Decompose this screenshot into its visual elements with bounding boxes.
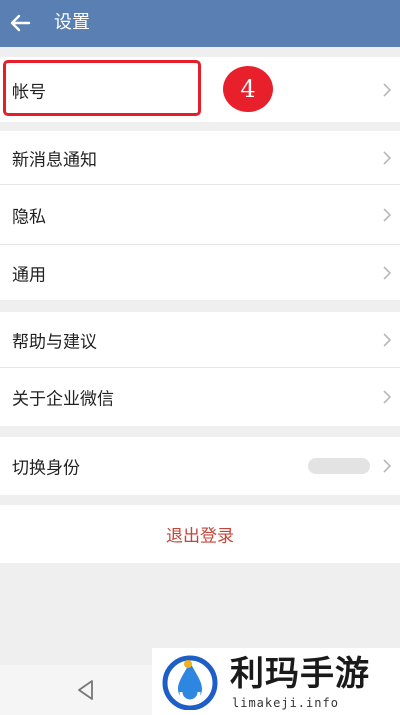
chevron-right-icon bbox=[383, 82, 392, 97]
settings-item-general[interactable]: 通用 bbox=[0, 245, 400, 300]
settings-item-label: 通用 bbox=[12, 265, 46, 285]
settings-item-label: 帮助与建议 bbox=[12, 332, 97, 353]
step-badge: 4 bbox=[223, 66, 273, 112]
highlight-box bbox=[3, 60, 201, 116]
settings-item-switch-identity[interactable]: 切换身份 bbox=[0, 437, 400, 495]
chevron-right-icon bbox=[383, 265, 392, 280]
redacted-value bbox=[308, 458, 370, 474]
chevron-right-icon bbox=[383, 459, 392, 473]
settings-item-label: 切换身份 bbox=[12, 458, 80, 479]
chevron-right-icon bbox=[383, 333, 392, 347]
logout-label: 退出登录 bbox=[166, 526, 234, 547]
watermark: 利玛手游 limakeji.info bbox=[152, 648, 400, 715]
settings-item-label: 新消息通知 bbox=[12, 150, 97, 171]
app-bar: 设置 bbox=[0, 0, 400, 47]
watermark-url: limakeji.info bbox=[232, 696, 339, 710]
settings-item-help[interactable]: 帮助与建议 bbox=[0, 312, 400, 368]
settings-item-label: 关于企业微信 bbox=[12, 389, 114, 410]
settings-item-about[interactable]: 关于企业微信 bbox=[0, 368, 400, 426]
settings-item-label: 隐私 bbox=[12, 207, 46, 228]
logout-button[interactable]: 退出登录 bbox=[0, 505, 400, 563]
watermark-logo-icon bbox=[162, 655, 218, 710]
nav-back-icon[interactable] bbox=[76, 679, 96, 701]
page-title: 设置 bbox=[54, 12, 90, 33]
watermark-title: 利玛手游 bbox=[230, 654, 370, 694]
arrow-left-icon[interactable] bbox=[9, 12, 31, 34]
chevron-right-icon bbox=[383, 151, 392, 165]
settings-item-privacy[interactable]: 隐私 bbox=[0, 185, 400, 245]
settings-item-notifications[interactable]: 新消息通知 bbox=[0, 131, 400, 185]
chevron-right-icon bbox=[383, 208, 392, 222]
chevron-right-icon bbox=[383, 390, 392, 404]
